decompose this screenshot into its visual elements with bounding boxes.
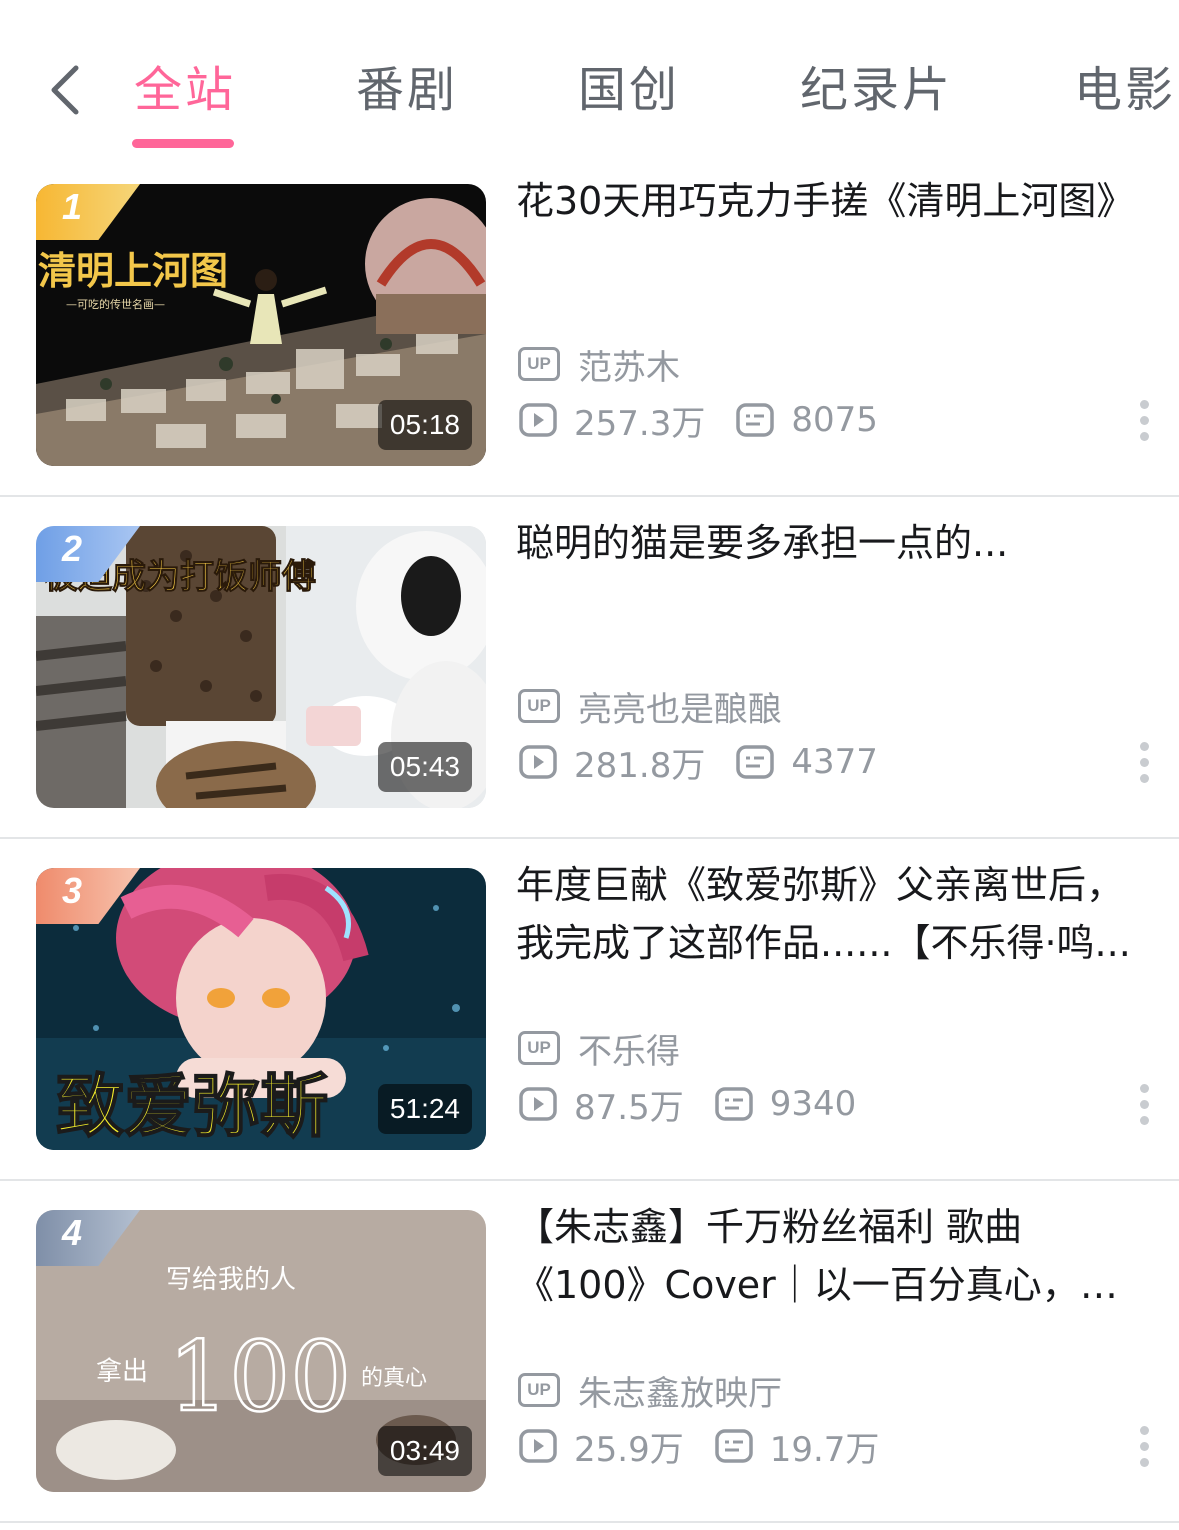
danmaku-count-icon xyxy=(736,403,775,437)
up-badge-icon: UP xyxy=(518,347,560,381)
play-count-icon xyxy=(519,403,557,437)
stats-row: 281.8万 4377 xyxy=(518,740,878,786)
view-count: 25.9万 xyxy=(574,1429,684,1470)
video-title[interactable]: 【朱志鑫】千万粉丝福利 歌曲《100》Cover｜以一百分真心，陪你爱到... xyxy=(516,1198,1146,1314)
view-count: 257.3万 xyxy=(574,403,706,444)
divider xyxy=(0,837,1179,839)
thumbnail-subcaption-right: 的真心 xyxy=(361,1366,427,1391)
duration-label: 03:49 xyxy=(377,1426,472,1476)
duration-label: 51:24 xyxy=(377,1084,472,1134)
video-thumbnail[interactable]: 致爱弥斯 3 51:24 xyxy=(36,868,486,1150)
uploader-name[interactable]: 亮亮也是酿酿 xyxy=(578,682,782,731)
uploader-name[interactable]: 朱志鑫放映厅 xyxy=(578,1366,782,1415)
stats-row: 87.5万 9340 xyxy=(518,1082,857,1128)
more-vertical-icon xyxy=(1135,1084,1153,1125)
tab-documentary[interactable]: 纪录片 xyxy=(800,58,953,122)
video-item-3[interactable]: 致爱弥斯 3 51:24 年度巨献《致爱弥斯》父亲离世后，我完成了这部作品...… xyxy=(0,844,1179,1186)
back-button[interactable] xyxy=(44,62,88,118)
uploader-row[interactable]: UP 亮亮也是酿酿 xyxy=(518,682,782,731)
more-options-button[interactable] xyxy=(1135,1426,1153,1474)
tab-strip: 全站 番剧 国创 纪录片 电影 xyxy=(0,0,1179,160)
active-tab-indicator xyxy=(132,139,234,148)
chevron-left-icon xyxy=(51,65,79,115)
video-thumbnail[interactable]: 被迫成为打饭师傅 2 05:43 xyxy=(36,526,486,808)
duration-label: 05:18 xyxy=(377,400,472,450)
video-title[interactable]: 花30天用巧克力手搓《清明上河图》 xyxy=(516,172,1146,230)
danmaku-count: 8075 xyxy=(791,400,878,440)
video-title[interactable]: 年度巨献《致爱弥斯》父亲离世后，我完成了这部作品......【不乐得·鸣... xyxy=(516,856,1146,972)
more-vertical-icon xyxy=(1135,742,1153,783)
more-options-button[interactable] xyxy=(1135,1084,1153,1132)
thumbnail-caption: 清明上河图 xyxy=(38,248,228,293)
uploader-row[interactable]: UP 不乐得 xyxy=(518,1024,680,1073)
danmaku-count-icon xyxy=(714,1087,753,1121)
thumbnail-caption: 100 xyxy=(168,1321,351,1433)
thumbnail-subcaption-left: 拿出 xyxy=(96,1357,148,1387)
play-count-icon xyxy=(519,745,557,779)
up-badge-icon: UP xyxy=(518,1031,560,1065)
uploader-name[interactable]: 不乐得 xyxy=(578,1024,680,1073)
divider xyxy=(0,1179,1179,1181)
video-item-1[interactable]: 清明上河图 —可吃的传世名画— 1 05:18 花30天用巧克力手搓《清明上河图… xyxy=(0,160,1179,502)
tab-guochuang[interactable]: 国创 xyxy=(578,58,680,122)
more-options-button[interactable] xyxy=(1135,742,1153,790)
view-count: 281.8万 xyxy=(574,745,706,786)
top-nav: 全站 番剧 国创 纪录片 电影 xyxy=(0,0,1179,160)
video-thumbnail[interactable]: 写给我的人 拿出 100 的真心 4 03:49 xyxy=(36,1210,486,1492)
up-badge-icon: UP xyxy=(518,689,560,723)
danmaku-count-icon xyxy=(736,745,775,779)
danmaku-count: 4377 xyxy=(791,742,878,782)
uploader-name[interactable]: 范苏木 xyxy=(578,340,680,389)
stats-row: 25.9万 19.7万 xyxy=(518,1424,880,1470)
video-thumbnail[interactable]: 清明上河图 —可吃的传世名画— 1 05:18 xyxy=(36,184,486,466)
divider xyxy=(0,1521,1179,1523)
play-count-icon xyxy=(519,1429,557,1463)
tab-anime[interactable]: 番剧 xyxy=(356,58,458,122)
danmaku-count-icon xyxy=(714,1429,753,1463)
play-count-icon xyxy=(519,1087,557,1121)
tab-all[interactable]: 全站 xyxy=(134,58,236,122)
up-badge-icon: UP xyxy=(518,1373,560,1407)
video-item-2[interactable]: 被迫成为打饭师傅 2 05:43 聪明的猫是要多承担一点的... UP 亮亮也是… xyxy=(0,502,1179,844)
thumbnail-subcaption: 写给我的人 xyxy=(166,1265,296,1295)
uploader-row[interactable]: UP 朱志鑫放映厅 xyxy=(518,1366,782,1415)
video-item-4[interactable]: 写给我的人 拿出 100 的真心 4 03:49 【朱志鑫】千万粉丝福利 歌曲《… xyxy=(0,1186,1179,1528)
divider xyxy=(0,495,1179,497)
tab-movie[interactable]: 电影 xyxy=(1074,58,1176,122)
uploader-row[interactable]: UP 范苏木 xyxy=(518,340,680,389)
more-options-button[interactable] xyxy=(1135,400,1153,448)
duration-label: 05:43 xyxy=(377,742,472,792)
video-title[interactable]: 聪明的猫是要多承担一点的... xyxy=(516,514,1146,572)
thumbnail-caption: 致爱弥斯 xyxy=(56,1067,328,1147)
view-count: 87.5万 xyxy=(574,1087,684,1128)
more-vertical-icon xyxy=(1135,1426,1153,1467)
thumbnail-subcaption: —可吃的传世名画— xyxy=(66,297,165,311)
danmaku-count: 9340 xyxy=(769,1084,857,1124)
stats-row: 257.3万 8075 xyxy=(518,398,878,444)
more-vertical-icon xyxy=(1135,400,1153,441)
danmaku-count: 19.7万 xyxy=(769,1429,880,1470)
